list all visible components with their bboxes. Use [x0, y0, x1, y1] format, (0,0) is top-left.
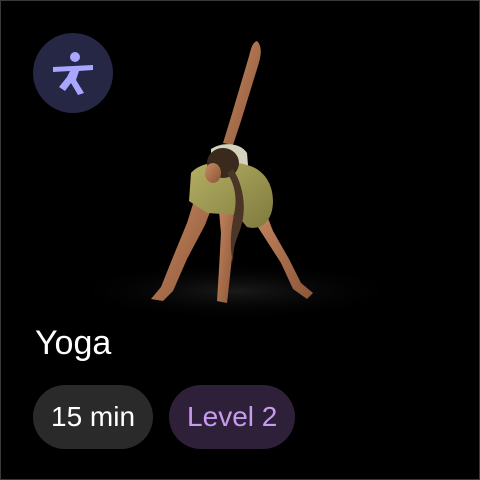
- duration-chip: 15 min: [33, 385, 154, 449]
- activity-badge: [33, 33, 113, 113]
- level-chip: Level 2: [169, 385, 296, 449]
- workout-tags: 15 min Level 2: [33, 385, 296, 449]
- workout-card[interactable]: Yoga 15 min Level 2: [0, 0, 480, 480]
- yoga-pose-icon: [53, 52, 93, 95]
- workout-title: Yoga: [35, 324, 112, 362]
